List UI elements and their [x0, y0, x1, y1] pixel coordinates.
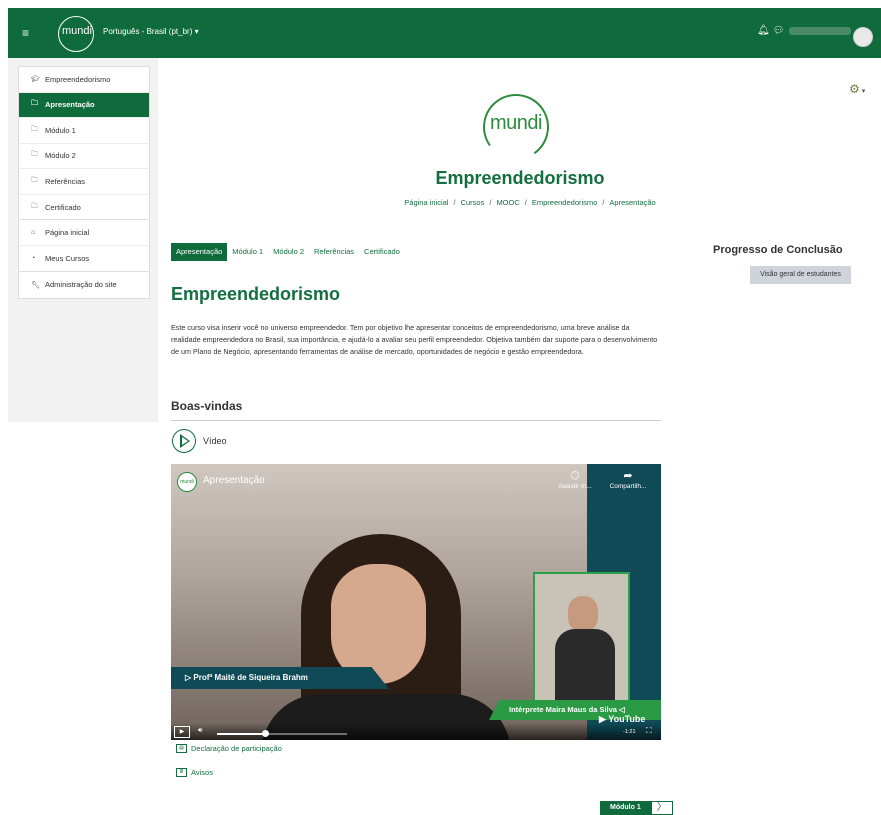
tab-modulo-1[interactable]: Módulo 1	[227, 243, 268, 261]
youtube-logo[interactable]: ▶ YouTube	[599, 714, 645, 725]
sidebar-item-pagina-inicial[interactable]: ⌂ Página inicial	[19, 220, 149, 246]
folder-icon: 🗀	[31, 151, 38, 159]
breadcrumb-separator: /	[453, 198, 456, 207]
clock-icon: 🕓︎	[570, 470, 580, 482]
interpreter-face	[568, 596, 598, 632]
sidebar-item-label: Administração do site	[45, 280, 117, 290]
sidebar-item-label: Módulo 1	[45, 125, 76, 135]
home-icon: ⌂	[31, 228, 36, 236]
language-label: Português - Brasil (pt_br)	[103, 27, 193, 36]
bell-icon[interactable]: 🔔︎	[757, 25, 770, 36]
folder-icon: 🗀	[31, 125, 38, 133]
section-title: Empreendedorismo	[171, 284, 341, 304]
divider	[171, 420, 661, 421]
play-icon-inner	[181, 437, 188, 445]
graduation-cap-icon: 🎓︎	[31, 76, 40, 84]
sidebar-item-empreendedorismo[interactable]: 🎓︎ Empreendedorismo	[19, 67, 149, 93]
folder-icon: 🗀	[31, 202, 38, 210]
chevron-down-icon: ▾	[194, 27, 199, 36]
sidebar-admin-block: 🔧︎ Administração do site	[18, 271, 150, 299]
sidebar-item-label: Certificado	[45, 202, 81, 212]
watch-later-label: Assistir m...	[558, 483, 592, 490]
share-label: Compartilh...	[609, 483, 647, 490]
sidebar-item-certificado[interactable]: 🗀 Certificado	[19, 195, 149, 221]
chevron-right-icon: 〉	[650, 801, 673, 815]
sidebar-item-modulo-1[interactable]: 🗀 Módulo 1	[19, 118, 149, 144]
breadcrumb-item[interactable]: Empreendedorismo	[532, 198, 597, 207]
folder-icon: 🗀	[31, 100, 38, 108]
sidebar-item-administracao[interactable]: 🔧︎ Administração do site	[19, 272, 149, 298]
sidebar-item-label: Módulo 2	[45, 151, 76, 161]
gear-icon[interactable]: ⚙ ▾	[849, 82, 865, 96]
tachometer-icon: ◔	[31, 254, 36, 262]
section-tabs: Apresentação Módulo 1 Módulo 2 Referênci…	[171, 243, 405, 261]
player-controls	[171, 723, 661, 740]
wrench-icon: 🔧︎	[31, 281, 40, 289]
breadcrumb-separator: /	[524, 198, 527, 207]
sidebar-item-label: Referências	[45, 176, 86, 186]
course-summary: Este curso visa inserir você no universo…	[171, 323, 658, 356]
announcements-link-label: Avisos	[191, 768, 213, 777]
declaration-link[interactable]: ▤ Declaração de participação	[176, 744, 282, 753]
top-navbar: ≡ mundi Português - Brasil (pt_br) ▾ 🔔︎ …	[8, 8, 881, 58]
breadcrumb-item[interactable]: Página inicial	[404, 198, 448, 207]
breadcrumb-item[interactable]: Apresentação	[609, 198, 655, 207]
sidebar-site-block: ⌂ Página inicial ◔ Meus Cursos	[18, 219, 150, 272]
interpreter-inset	[533, 572, 630, 707]
welcome-heading: Boas-vindas	[171, 399, 243, 413]
breadcrumb-separator: /	[489, 198, 492, 207]
tab-referencias[interactable]: Referências	[309, 243, 359, 261]
channel-avatar[interactable]: mundi	[177, 472, 197, 492]
sidebar-item-modulo-2[interactable]: 🗀 Módulo 2	[19, 144, 149, 169]
site-logo-text[interactable]: mundi	[60, 25, 94, 37]
sidebar-course-block: 🎓︎ Empreendedorismo 🗀 Apresentação 🗀 Módulo…	[18, 66, 150, 221]
fullscreen-icon[interactable]: ⛶	[646, 726, 652, 736]
language-menu[interactable]: Português - Brasil (pt_br) ▾	[103, 27, 199, 36]
user-name-blurred[interactable]	[789, 27, 851, 35]
declaration-link-label: Declaração de participação	[191, 744, 282, 753]
video-title[interactable]: Apresentação	[203, 475, 265, 486]
news-icon: ≣	[176, 768, 187, 777]
sidebar-item-label: Empreendedorismo	[45, 74, 111, 84]
play-icon[interactable]: ▶	[174, 726, 190, 738]
progress-block-title: Progresso de Conclusão	[713, 244, 843, 256]
next-module-label: Módulo 1	[600, 801, 651, 815]
breadcrumb-separator: /	[602, 198, 605, 207]
chevron-down-icon: ▾	[859, 88, 866, 95]
speaker-caption: ▷ Profª Maitê de Siqueira Brahm	[171, 667, 389, 689]
video-resource-link[interactable]: Vídeo	[203, 436, 227, 446]
page-title: Empreendedorismo	[435, 168, 605, 188]
volume-icon[interactable]: 🔊︎	[198, 727, 202, 735]
breadcrumb: Página inicial / Cursos / MOOC / Empreendedori…	[330, 198, 730, 207]
folder-icon: 🗀	[31, 176, 38, 184]
tab-apresentacao[interactable]: Apresentação	[171, 243, 228, 261]
left-gutter	[0, 0, 8, 814]
sidebar-item-label: Apresentação	[45, 100, 95, 110]
time-remaining: -1:21	[623, 729, 636, 735]
sidebar-item-referencias[interactable]: 🗀 Referências	[19, 169, 149, 195]
next-module-button[interactable]: Módulo 1 〉	[600, 801, 673, 815]
menu-icon[interactable]: ≡	[22, 26, 29, 40]
sidebar-item-label: Página inicial	[45, 227, 90, 237]
share-button[interactable]: ➦ Compartilh...	[606, 469, 650, 490]
course-logo-text: mundi	[490, 112, 542, 134]
avatar[interactable]	[853, 27, 873, 47]
sidebar-item-meus-cursos[interactable]: ◔ Meus Cursos	[19, 246, 149, 272]
sidebar-item-apresentacao[interactable]: 🗀 Apresentação	[19, 92, 149, 118]
breadcrumb-item[interactable]: Cursos	[461, 198, 485, 207]
share-icon: ➦	[623, 470, 633, 482]
announcements-link[interactable]: ≣ Avisos	[176, 768, 213, 777]
tab-modulo-2[interactable]: Módulo 2	[268, 243, 309, 261]
certificate-icon: ▤	[176, 744, 187, 753]
video-player[interactable]: mundi Apresentação 🕓︎ Assistir m... ➦ Comp…	[171, 464, 661, 740]
watch-later-button[interactable]: 🕓︎ Assistir m...	[553, 469, 597, 490]
breadcrumb-item[interactable]: MOOC	[496, 198, 519, 207]
progress-fill	[217, 733, 266, 735]
sidebar-item-label: Meus Cursos	[45, 253, 90, 263]
chat-icon[interactable]: 💬︎	[773, 25, 784, 36]
presenter-face	[331, 564, 426, 684]
interpreter-body	[555, 629, 615, 705]
students-overview-button[interactable]: Visão geral de estudantes	[750, 266, 851, 284]
tab-certificado[interactable]: Certificado	[359, 243, 405, 261]
